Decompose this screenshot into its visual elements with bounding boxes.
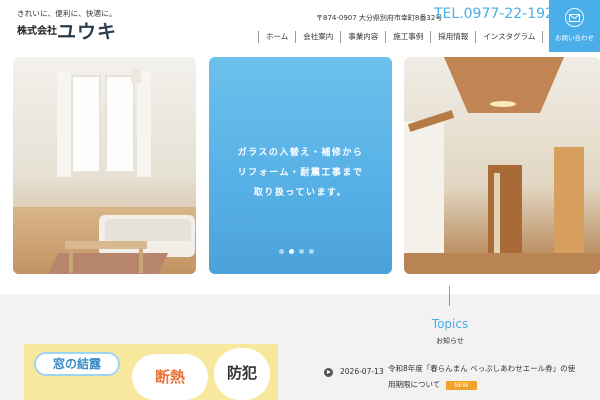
news-title[interactable]: 令和8年度「春らんまん べっぷしあわせエール券」の使用期限について	[388, 364, 575, 389]
company-address: 〒874-0907 大分県別府市幸町8番32号	[316, 14, 443, 22]
banner-insulation: 断熱	[132, 354, 208, 400]
sofa-cushions	[105, 219, 191, 241]
hero-image-living-room	[13, 57, 196, 274]
topics-divider	[449, 286, 450, 306]
phone-number[interactable]: TEL.0977-22-1921	[434, 6, 563, 22]
rug	[47, 253, 169, 274]
nav-item-recruit[interactable]: 採用情報	[430, 31, 475, 43]
door-glass	[494, 173, 500, 261]
play-arrow-icon	[324, 368, 333, 377]
banner-condensation-tag: 窓の結露	[34, 352, 120, 376]
topics-title: Topics	[431, 317, 469, 331]
page: きれいに、便利に、快適に。 株式会社 ユウキ 〒874-0907 大分県別府市幸…	[0, 0, 600, 400]
slider-dot-2[interactable]	[289, 249, 294, 254]
contact-button-label: お問い合わせ	[555, 34, 594, 42]
entrance-floor	[404, 253, 600, 274]
hero-message: ガラスの入替え・補修から リフォーム・耐震工事まで 取り扱っています。	[209, 143, 392, 203]
logo-company-name[interactable]: ユウキ	[57, 17, 117, 44]
table-leg	[69, 249, 73, 273]
hero-line-2: リフォーム・耐震工事まで	[237, 168, 364, 178]
staircase-wall	[404, 121, 444, 271]
hero-line-1: ガラスの入替え・補修から	[237, 148, 364, 158]
hero-image-entrance	[404, 57, 600, 274]
window	[105, 75, 135, 173]
mail-icon	[565, 8, 584, 27]
nav-item-home[interactable]: ホーム	[258, 31, 295, 43]
slider-dots	[279, 249, 314, 254]
slider-dot-4[interactable]	[309, 249, 314, 254]
nav-item-company[interactable]: 会社案内	[295, 31, 340, 43]
curtain	[57, 71, 71, 177]
logo-company-type[interactable]: 株式会社	[17, 22, 57, 37]
slider-dot-3[interactable]	[299, 249, 304, 254]
banner-security: 防犯	[214, 348, 270, 400]
topics-subtitle: お知らせ	[436, 337, 464, 345]
hero-message-panel: ガラスの入替え・補修から リフォーム・耐震工事まで 取り扱っています。	[209, 57, 392, 274]
news-date: 2026-07-13	[340, 367, 384, 376]
nav-item-works[interactable]: 施工事例	[385, 31, 430, 43]
hero-line-3: 取り扱っています。	[253, 188, 348, 198]
nav-item-instagram[interactable]: インスタグラム	[475, 31, 544, 43]
table-leg	[139, 249, 143, 273]
site-header: きれいに、便利に、快適に。 株式会社 ユウキ 〒874-0907 大分県別府市幸…	[0, 0, 600, 52]
global-nav: ホーム 会社案内 事業内容 施工事例 採用情報 インスタグラム	[258, 31, 544, 43]
slider-dot-1[interactable]	[279, 249, 284, 254]
new-badge: NEW	[446, 380, 477, 390]
curtain	[137, 71, 151, 177]
ceiling-lamp	[131, 69, 141, 83]
service-banner[interactable]: 窓の結露 断熱 防犯	[24, 344, 278, 400]
window	[71, 75, 101, 173]
ceiling-light	[490, 101, 516, 107]
news-title-link[interactable]: 令和8年度「春らんまん べっぷしあわせエール券」の使用期限について NEW	[388, 361, 578, 393]
nav-item-business[interactable]: 事業内容	[340, 31, 385, 43]
side-cabinet	[554, 147, 584, 257]
contact-button[interactable]: お問い合わせ	[549, 0, 600, 52]
coffee-table	[65, 241, 147, 249]
